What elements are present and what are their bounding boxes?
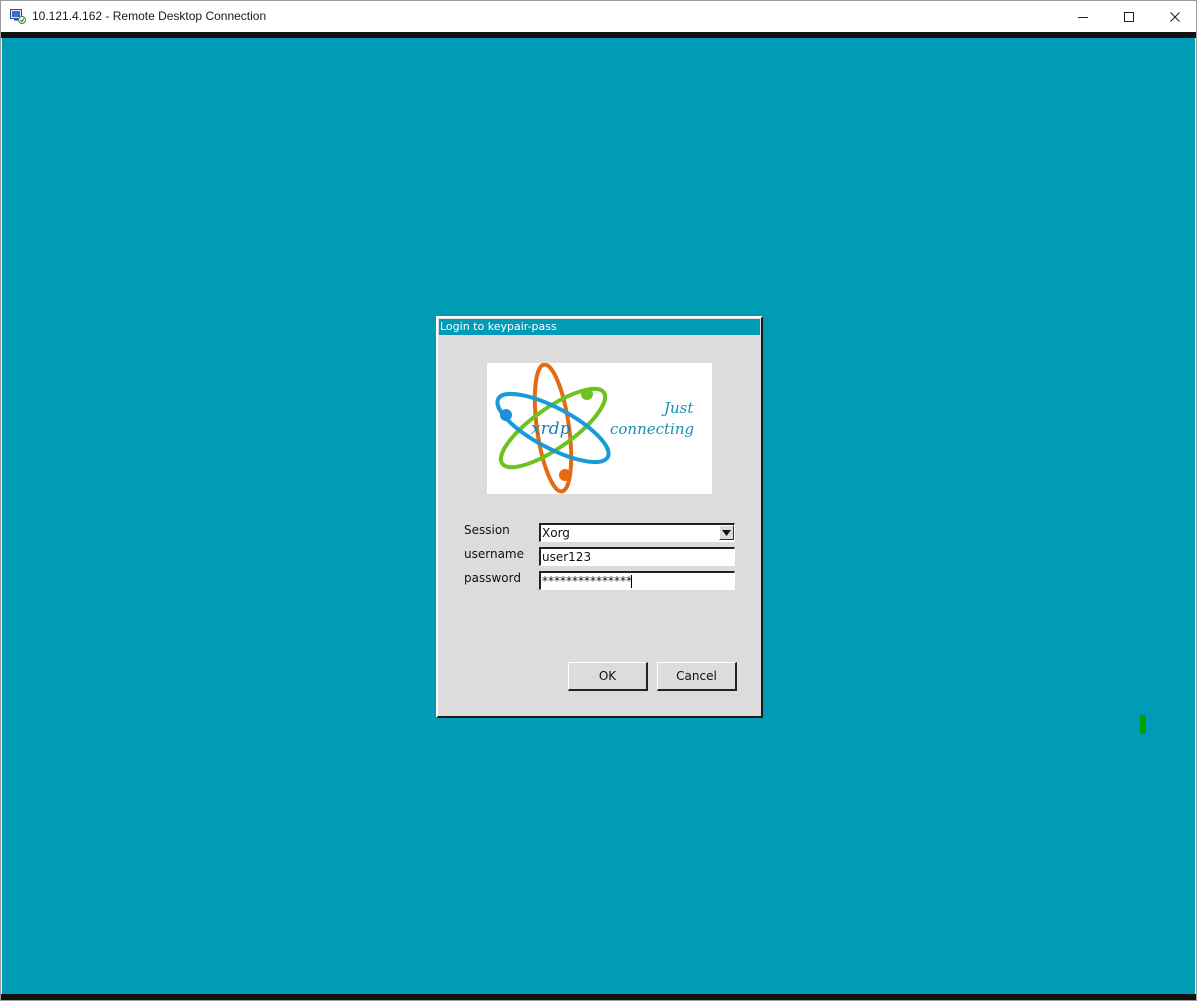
xrdp-logo: xrdp Just connecting — [487, 363, 712, 494]
password-field[interactable]: *************** — [539, 571, 735, 590]
username-label: username — [464, 547, 524, 561]
password-value: *************** — [542, 574, 632, 588]
cancel-button[interactable]: Cancel — [657, 662, 737, 691]
session-label: Session — [464, 523, 510, 537]
session-dropdown-button[interactable] — [719, 525, 734, 540]
text-cursor — [631, 575, 632, 588]
close-icon — [1170, 11, 1180, 22]
minimize-button[interactable] — [1060, 1, 1106, 32]
rdp-window: 10.121.4.162 - Remote Desktop Connection… — [0, 0, 1197, 1001]
session-select[interactable]: Xorg — [539, 523, 735, 542]
remote-desktop-icon — [10, 8, 26, 24]
username-field[interactable]: user123 — [539, 547, 735, 566]
login-dialog: Login to keypair-pass xrdp Just connecti… — [436, 316, 763, 718]
session-value: Xorg — [542, 526, 570, 540]
username-value: user123 — [542, 550, 592, 564]
maximize-icon — [1124, 11, 1134, 22]
dialog-title: Login to keypair-pass — [439, 319, 760, 335]
chevron-down-icon — [722, 530, 731, 536]
remote-bottom-border — [1, 994, 1196, 1000]
logo-wordmark: xrdp — [531, 419, 571, 439]
ok-button[interactable]: OK — [568, 662, 648, 691]
logo-tagline-2: connecting — [610, 420, 695, 438]
maximize-button[interactable] — [1106, 1, 1152, 32]
window-title: 10.121.4.162 - Remote Desktop Connection — [32, 9, 267, 23]
logo-tagline-1: Just — [664, 399, 694, 417]
title-bar: 10.121.4.162 - Remote Desktop Connection — [1, 1, 1196, 32]
close-button[interactable] — [1152, 1, 1197, 32]
status-indicator — [1140, 715, 1146, 734]
minimize-icon — [1078, 16, 1088, 18]
password-label: password — [464, 571, 521, 585]
